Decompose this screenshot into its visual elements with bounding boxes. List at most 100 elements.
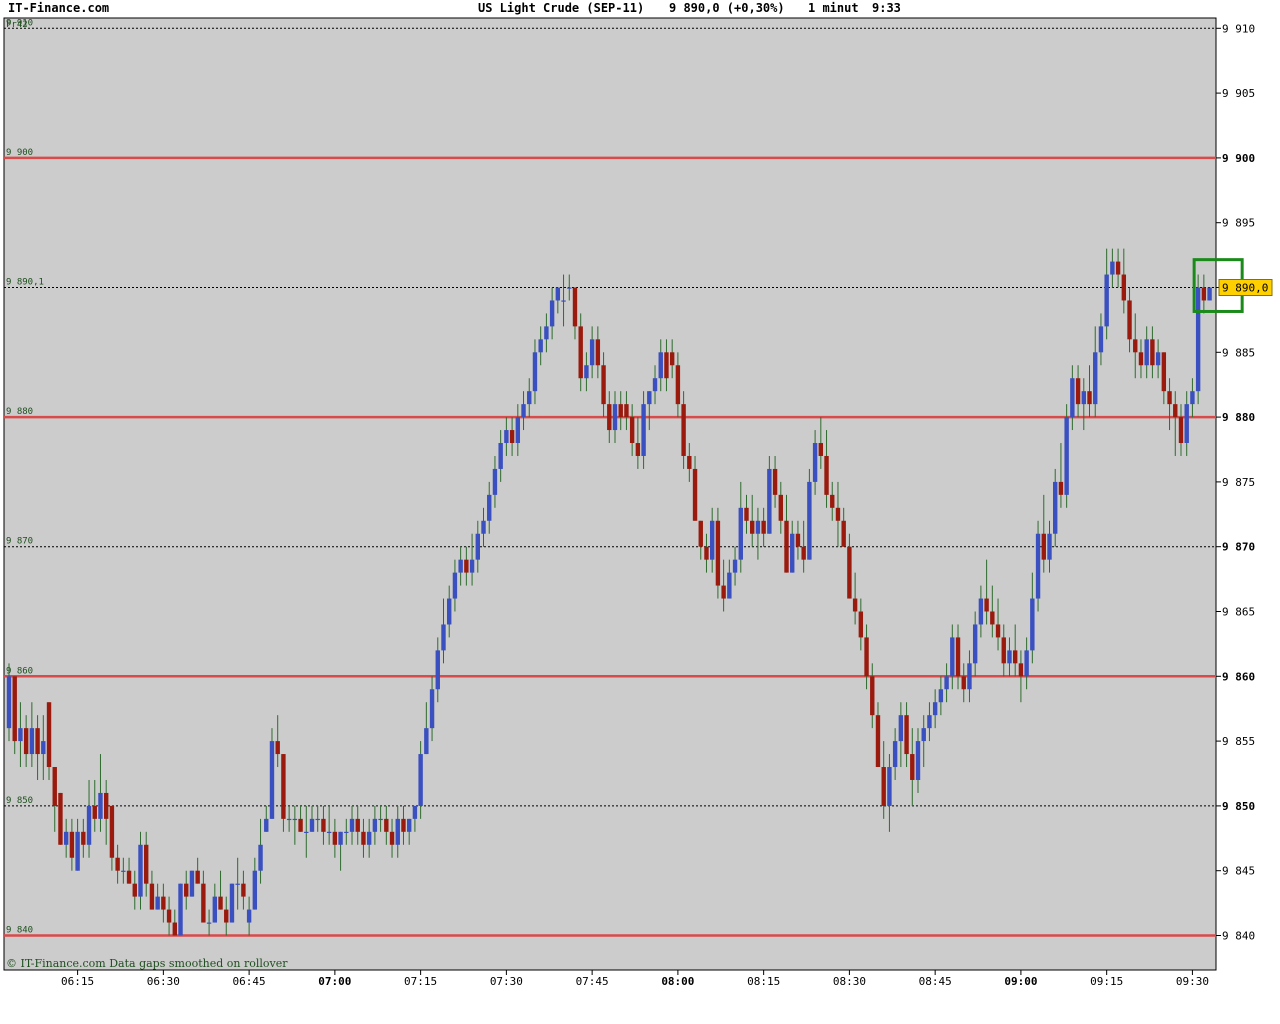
- top-left-label: Fr42: [6, 20, 28, 30]
- candle-body: [35, 728, 40, 755]
- candle-body: [338, 831, 343, 845]
- candle-body: [429, 689, 435, 729]
- candle-body: [58, 792, 63, 845]
- price-tick-label: 9 850: [1222, 800, 1255, 813]
- candle-body: [801, 546, 806, 560]
- candle-body: [321, 818, 326, 832]
- time-tick-label: 09:00: [1004, 975, 1037, 988]
- price-tick-label: 9 870: [1222, 541, 1255, 554]
- candle-body: [132, 883, 137, 897]
- candle-body: [1173, 404, 1178, 418]
- candle-body: [601, 365, 606, 405]
- candle-body: [509, 430, 515, 444]
- candle-body: [1104, 274, 1109, 327]
- candle-body: [881, 767, 886, 806]
- candle-body: [1133, 339, 1138, 353]
- candle-body: [452, 572, 458, 599]
- candle-body: [172, 922, 177, 936]
- candle-body: [567, 287, 572, 289]
- candle-body: [75, 831, 80, 871]
- candle-body: [1070, 378, 1075, 418]
- candle-body: [304, 831, 309, 834]
- candle-body: [1075, 378, 1081, 405]
- candle-body: [63, 831, 69, 845]
- candle-body: [658, 352, 663, 379]
- candle-body: [206, 922, 212, 924]
- candle-body: [835, 507, 841, 521]
- candle-body: [1161, 352, 1167, 392]
- candle-body: [138, 844, 143, 897]
- candle-body: [498, 443, 503, 469]
- candle-body: [155, 896, 160, 910]
- candle-body: [629, 417, 635, 444]
- candle-body: [555, 287, 561, 301]
- candle-body: [669, 352, 675, 366]
- candle-body: [595, 339, 601, 366]
- candle-body: [847, 546, 852, 599]
- candle-body: [1195, 287, 1201, 392]
- candle-body: [732, 559, 738, 573]
- candle-body: [441, 624, 446, 651]
- level-label: 9 870: [6, 537, 33, 547]
- candle-body: [447, 598, 452, 625]
- candle-body: [178, 883, 183, 936]
- candle-body: [738, 507, 743, 560]
- candle-body: [681, 404, 686, 456]
- level-label: 9 890,1: [6, 278, 44, 288]
- candle-body: [944, 676, 949, 690]
- level-label: 9 840: [6, 926, 33, 936]
- time-tick-label: 07:15: [404, 975, 437, 988]
- candle-body: [795, 533, 801, 547]
- candle-body: [704, 546, 709, 560]
- candle-body: [1155, 352, 1161, 366]
- candlestick-chart[interactable]: 9 910 9 900 9 890,1 9 880 9 870 9 860 9 850 9 8…: [0, 0, 1280, 1024]
- candle-body: [86, 805, 92, 845]
- candle-body: [715, 520, 721, 586]
- candle-body: [349, 818, 355, 832]
- candle-body: [961, 676, 966, 690]
- candle-body: [418, 754, 423, 806]
- candle-body: [898, 715, 904, 742]
- candle-body: [521, 404, 526, 418]
- candle-body: [767, 468, 772, 534]
- price-tick-label: 9 895: [1222, 217, 1255, 230]
- candle-body: [1030, 598, 1035, 651]
- candle-body: [807, 481, 812, 560]
- candle-body: [664, 352, 669, 379]
- candle-body: [315, 818, 320, 821]
- candle-body: [515, 417, 521, 444]
- candle-body: [184, 883, 189, 897]
- candle-body: [406, 818, 412, 832]
- candle-body: [727, 572, 732, 599]
- candle-body: [709, 520, 715, 560]
- candle-body: [778, 494, 783, 521]
- price-tick-label: 9 845: [1222, 865, 1255, 878]
- candle-body: [1001, 637, 1006, 664]
- candle-body: [41, 741, 46, 755]
- candle-body: [326, 831, 332, 834]
- level-label: 9 880: [6, 407, 33, 417]
- candle-body: [281, 754, 286, 819]
- candle-body: [927, 715, 932, 729]
- candle-body: [1127, 300, 1132, 340]
- candle-body: [189, 870, 195, 897]
- plot-area: [3, 17, 1217, 971]
- level-label: 9 850: [6, 796, 33, 806]
- candle-body: [286, 818, 292, 821]
- candle-body: [29, 728, 35, 755]
- candle-body: [201, 883, 206, 923]
- candle-body: [435, 650, 440, 690]
- candle-body: [212, 896, 218, 923]
- candle-body: [458, 559, 463, 573]
- candle-body: [818, 443, 824, 456]
- candle-body: [298, 818, 303, 832]
- candle-body: [790, 533, 795, 573]
- candle-body: [487, 494, 492, 521]
- candle-body: [229, 883, 235, 923]
- candle-body: [69, 831, 75, 858]
- candle-body: [687, 455, 692, 469]
- candle-body: [1178, 417, 1184, 444]
- candle-body: [1081, 391, 1086, 405]
- candle-body: [103, 792, 109, 819]
- time-tick-label: 09:30: [1176, 975, 1209, 988]
